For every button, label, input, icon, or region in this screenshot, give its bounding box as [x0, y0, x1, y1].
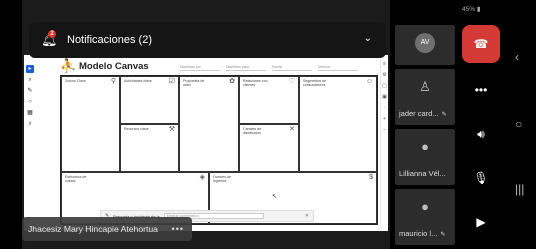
mouse-cursor-icon: ↖	[272, 194, 278, 200]
factory-icon: ⚒	[168, 126, 175, 133]
camera-button[interactable]: ▶	[462, 203, 500, 241]
link-icon: ⚲	[110, 78, 116, 85]
cell-socios: Socios Clave ⚲	[61, 76, 120, 172]
mic-muted-icon: 🎙︎	[473, 171, 489, 185]
cell-recursos: Recursos clave ⚒	[120, 124, 179, 172]
comment-icon[interactable]: ▢	[382, 83, 388, 89]
close-icon[interactable]: ✕	[305, 213, 309, 219]
mic-off-icon: ✎	[441, 112, 447, 118]
users-icon: ☺	[365, 78, 373, 85]
canvas-title: Modelo Canvas	[79, 60, 149, 72]
presenter-chip: Jhacesiz Mary Hincapie Atehortua •••	[22, 217, 192, 241]
home-icon[interactable]: ○	[515, 117, 522, 131]
cell-propuesta: Propuesta de valor ✿	[179, 76, 239, 172]
drawing-toolbar: ▸ ⌕ ✎ ○ ▦ ⌕	[24, 63, 36, 183]
zoom-tool-icon[interactable]: ⌕	[26, 76, 34, 84]
check-icon: ☑	[168, 78, 175, 85]
truck-icon: ✕	[289, 126, 295, 133]
person-icon: ●	[421, 199, 429, 214]
notifications-title: Notificaciones (2)	[67, 34, 152, 46]
grid-tool-icon[interactable]: ▦	[26, 109, 34, 117]
layers-icon[interactable]: ▣	[382, 94, 388, 100]
cell-actividades: Actividades clave ☑	[120, 76, 179, 124]
zoom-in-icon[interactable]: +	[382, 116, 388, 122]
participant-tile[interactable]: ♙ jader card... ✎	[395, 69, 455, 125]
cell-canales: Canales de distribución ✕	[239, 124, 299, 172]
android-nav-bar: ‹ ○ |||	[506, 0, 536, 249]
end-call-icon: ☎	[473, 37, 489, 51]
pen-tool-icon[interactable]: ✎	[26, 87, 34, 95]
camera-off-icon: ▶	[476, 215, 486, 229]
person-icon: ●	[421, 139, 429, 154]
cell-relaciones: Relaciones con clientes ♡	[239, 76, 299, 124]
battery-status: 45% ▮	[462, 6, 481, 13]
select-tool-icon[interactable]: ▸	[26, 65, 34, 73]
call-controls: ☎ ••• 🔊︎ 🎙︎ ▶	[460, 25, 502, 245]
meta-field: Versión	[318, 65, 358, 71]
gift-icon: ✿	[229, 78, 235, 85]
participant-name: jader card...	[399, 109, 439, 118]
canvas-meta: Diseñado por Diseñado para Fecha Versión	[180, 65, 358, 71]
end-call-button[interactable]: ☎	[462, 25, 500, 63]
meta-field: Diseñado por	[180, 65, 220, 71]
shared-screen-content: ▸ ⌕ ✎ ○ ▦ ⌕ ≡ ⚙ ▢ ▣ · + − ⛹ Modelo Canva…	[24, 55, 388, 231]
logo-icon: ⛹	[60, 58, 77, 73]
settings-icon[interactable]: ⚙	[382, 72, 388, 78]
bell-icon: 🔔︎ 2	[41, 30, 58, 47]
avatar: AV	[415, 33, 435, 53]
participants-column: AV ♙ jader card... ✎ ● Lillianna Vél... ●…	[395, 25, 457, 245]
meta-field: Fecha	[272, 65, 312, 71]
list-icon[interactable]: ≡	[382, 61, 388, 67]
participant-tile[interactable]: AV	[395, 25, 455, 65]
shape-tool-icon[interactable]: ○	[26, 98, 34, 106]
notifications-banner[interactable]: 🔔︎ 2 Notificaciones (2) ⌄	[29, 22, 386, 58]
presenter-name: Jhacesiz Mary Hincapie Atehortua	[28, 224, 158, 234]
more-options-button[interactable]: •••	[462, 71, 500, 109]
meeting-screen: 45% ▮ ▸ ⌕ ✎ ○ ▦ ⌕ ≡ ⚙ ▢ ▣ · + − ⛹ Modelo…	[0, 0, 536, 249]
cell-segmentos: Segmentos de consumidores ☺	[299, 76, 377, 172]
more-options-icon[interactable]: •••	[172, 224, 184, 234]
side-toolbar: ≡ ⚙ ▢ ▣ · + −	[380, 59, 388, 229]
participant-name: mauricio l...	[399, 229, 438, 238]
heart-icon: ♡	[288, 78, 295, 85]
participant-tile[interactable]: ● mauricio l... ✎	[395, 189, 455, 245]
notification-badge: 2	[48, 30, 56, 38]
zoom-out-icon[interactable]: −	[382, 127, 388, 133]
participant-tile[interactable]: ● Lillianna Vél...	[395, 129, 455, 185]
microphone-button[interactable]: 🎙︎	[462, 159, 500, 197]
participant-name: Lillianna Vél...	[399, 169, 446, 178]
back-icon[interactable]: ‹	[515, 50, 519, 64]
meta-field: Diseñado para	[226, 65, 266, 71]
tag-icon: ◈	[199, 174, 205, 181]
speaker-button[interactable]: 🔊︎	[462, 115, 500, 153]
business-model-board: Socios Clave ⚲ Actividades clave ☑ Recur…	[60, 75, 378, 225]
money-bag-icon: $	[369, 174, 373, 181]
mic-off-icon: ✎	[440, 232, 446, 238]
chevron-down-icon[interactable]: ⌄	[364, 33, 372, 44]
speaker-icon: 🔊︎	[477, 126, 485, 141]
search-tool-icon[interactable]: ⌕	[26, 120, 34, 128]
canvas-header: ⛹ Modelo Canvas	[60, 59, 149, 73]
scroll-icon[interactable]: ·	[382, 105, 388, 111]
recents-icon[interactable]: |||	[515, 182, 524, 196]
person-icon: ♙	[419, 79, 431, 94]
